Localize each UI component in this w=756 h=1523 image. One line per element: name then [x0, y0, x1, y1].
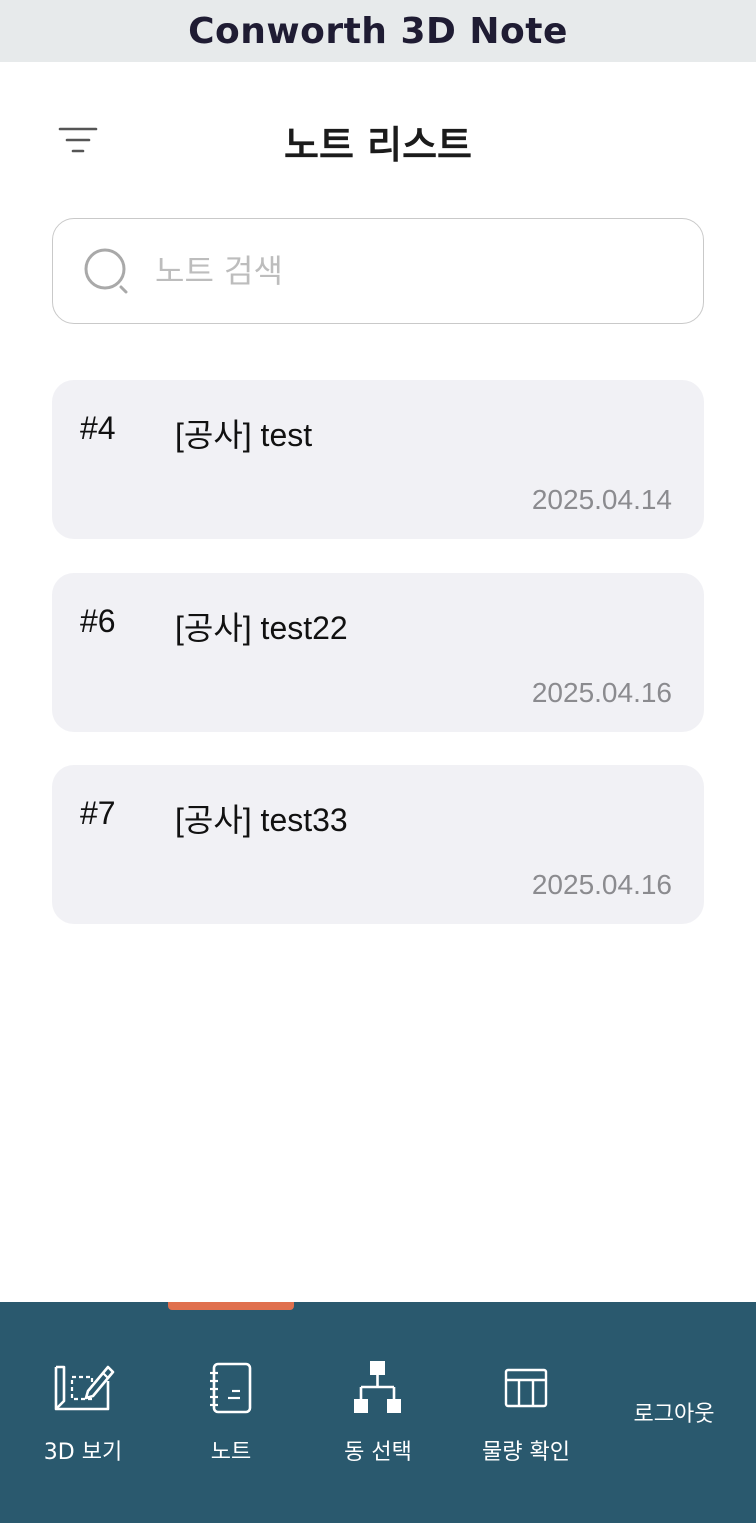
page-header: 노트 리스트 [0, 62, 756, 212]
search-input[interactable] [155, 252, 675, 290]
app-title-bar: Conworth 3D Note [0, 0, 756, 62]
blueprint-edit-icon [50, 1360, 116, 1416]
nav-item-building-select[interactable]: 동 선택 [304, 1360, 452, 1470]
nav-label: 동 선택 [344, 1440, 412, 1465]
note-date: 2025.04.16 [531, 869, 672, 900]
note-date: 2025.04.16 [531, 677, 672, 708]
hierarchy-icon [345, 1360, 411, 1416]
note-card[interactable]: #4 [공사] test 2025.04.14 [52, 380, 704, 539]
nav-item-quantity-check[interactable]: 물량 확인 [452, 1360, 600, 1470]
note-id: #6 [80, 603, 116, 639]
note-title: [공사] test22 [175, 610, 348, 646]
bottom-nav: 3D 보기 노트 동 선택 물량 확인 로그아웃 [0, 1302, 756, 1523]
search-icon [81, 245, 133, 297]
note-title: [공사] test [175, 417, 313, 453]
note-card[interactable]: #6 [공사] test22 2025.04.16 [52, 573, 704, 732]
note-id: #7 [80, 795, 116, 831]
nav-item-notes[interactable]: 노트 [157, 1360, 305, 1470]
search-box[interactable] [52, 218, 704, 324]
nav-label: 물량 확인 [482, 1440, 570, 1465]
note-date: 2025.04.14 [531, 484, 672, 515]
note-id: #4 [80, 410, 116, 446]
logout-button[interactable]: 로그아웃 [612, 1396, 736, 1428]
nav-item-3d-view[interactable]: 3D 보기 [9, 1360, 157, 1470]
table-icon [493, 1360, 559, 1416]
note-card[interactable]: #7 [공사] test33 2025.04.16 [52, 765, 704, 924]
page-title: 노트 리스트 [283, 123, 473, 167]
notebook-icon [198, 1360, 264, 1416]
active-tab-indicator [168, 1302, 294, 1310]
nav-label: 3D 보기 [43, 1440, 123, 1465]
app-title: Conworth 3D Note [188, 10, 568, 52]
note-title: [공사] test33 [175, 802, 348, 838]
nav-label: 노트 [210, 1440, 252, 1465]
